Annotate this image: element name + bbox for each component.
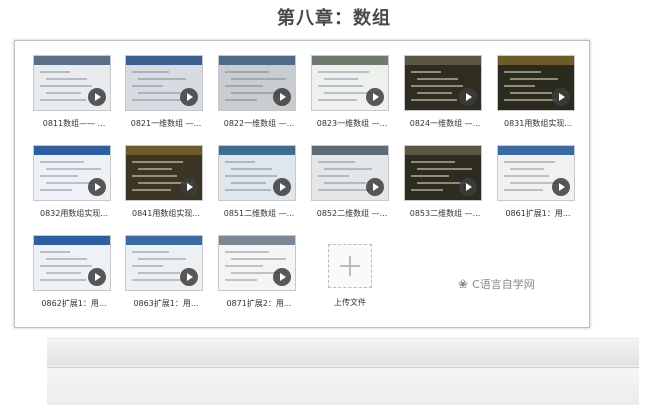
page-title: 第八章：数组: [277, 8, 391, 29]
play-icon[interactable]: [180, 88, 198, 106]
video-tile[interactable]: 0822一维数组 —...: [218, 55, 298, 129]
video-label[interactable]: 0823一维数组 —...: [311, 118, 393, 129]
video-tile[interactable]: 0823一维数组 —...: [311, 55, 391, 129]
play-icon[interactable]: [366, 88, 384, 106]
video-label[interactable]: 0862扩展1：用...: [33, 298, 115, 309]
play-icon[interactable]: [552, 88, 570, 106]
play-icon[interactable]: [88, 178, 106, 196]
video-label[interactable]: 0821一维数组 —...: [125, 118, 207, 129]
video-thumbnail[interactable]: [218, 55, 296, 111]
video-label[interactable]: 0853二维数组 —...: [404, 208, 486, 219]
footer-bar: [47, 338, 639, 405]
video-thumbnail[interactable]: [218, 235, 296, 291]
video-tile[interactable]: 0841用数组实现...: [125, 145, 205, 219]
video-thumbnail[interactable]: [33, 55, 111, 111]
video-thumbnail[interactable]: [497, 145, 575, 201]
video-thumbnail[interactable]: [497, 55, 575, 111]
video-tile[interactable]: 0811数组—— ...: [33, 55, 113, 129]
video-thumbnail[interactable]: [33, 145, 111, 201]
video-tile[interactable]: 0862扩展1：用...: [33, 235, 113, 309]
video-thumbnail[interactable]: [218, 145, 296, 201]
video-label[interactable]: 0811数组—— ...: [33, 118, 115, 129]
video-thumbnail[interactable]: [33, 235, 111, 291]
video-thumbnail[interactable]: [404, 145, 482, 201]
video-tile[interactable]: 0824一维数组 —...: [404, 55, 484, 129]
video-thumbnail[interactable]: [404, 55, 482, 111]
video-thumbnail[interactable]: [311, 55, 389, 111]
video-label[interactable]: 0851二维数组 —...: [218, 208, 300, 219]
video-label[interactable]: 0822一维数组 —...: [218, 118, 300, 129]
video-label[interactable]: 0841用数组实现...: [125, 208, 207, 219]
upload-button[interactable]: [328, 244, 372, 288]
upload-label: 上传文件: [334, 298, 366, 307]
play-icon[interactable]: [366, 178, 384, 196]
video-tile[interactable]: 0861扩展1：用...: [497, 145, 577, 219]
video-thumbnail[interactable]: [311, 145, 389, 201]
video-label[interactable]: 0832用数组实现...: [33, 208, 115, 219]
wechat-icon: ❀: [458, 277, 469, 291]
play-icon[interactable]: [552, 178, 570, 196]
video-thumbnail[interactable]: [125, 145, 203, 201]
play-icon[interactable]: [459, 88, 477, 106]
video-label[interactable]: 0831用数组实现...: [497, 118, 579, 129]
video-tile[interactable]: 0871扩展2：用...: [218, 235, 298, 309]
play-icon[interactable]: [273, 88, 291, 106]
play-icon[interactable]: [459, 178, 477, 196]
play-icon[interactable]: [273, 178, 291, 196]
watermark: ❀ C语言自学网: [458, 276, 535, 292]
video-thumbnail[interactable]: [125, 55, 203, 111]
video-tile[interactable]: 0831用数组实现...: [497, 55, 577, 129]
video-label[interactable]: 0863扩展1：用...: [125, 298, 207, 309]
video-tile[interactable]: 0851二维数组 —...: [218, 145, 298, 219]
play-icon[interactable]: [180, 268, 198, 286]
video-tile[interactable]: 0863扩展1：用...: [125, 235, 205, 309]
video-tile[interactable]: 0832用数组实现...: [33, 145, 113, 219]
video-label[interactable]: 0852二维数组 —...: [311, 208, 393, 219]
video-tile[interactable]: 0821一维数组 —...: [125, 55, 205, 129]
play-icon[interactable]: [88, 88, 106, 106]
video-tile[interactable]: 0853二维数组 —...: [404, 145, 484, 219]
video-label[interactable]: 0861扩展1：用...: [497, 208, 579, 219]
play-icon[interactable]: [88, 268, 106, 286]
watermark-text: C语言自学网: [472, 278, 535, 291]
video-tile[interactable]: 0852二维数组 —...: [311, 145, 391, 219]
video-thumbnail[interactable]: [125, 235, 203, 291]
play-icon[interactable]: [180, 178, 198, 196]
play-icon[interactable]: [273, 268, 291, 286]
video-label[interactable]: 0824一维数组 —...: [404, 118, 486, 129]
video-label[interactable]: 0871扩展2：用...: [218, 298, 300, 309]
